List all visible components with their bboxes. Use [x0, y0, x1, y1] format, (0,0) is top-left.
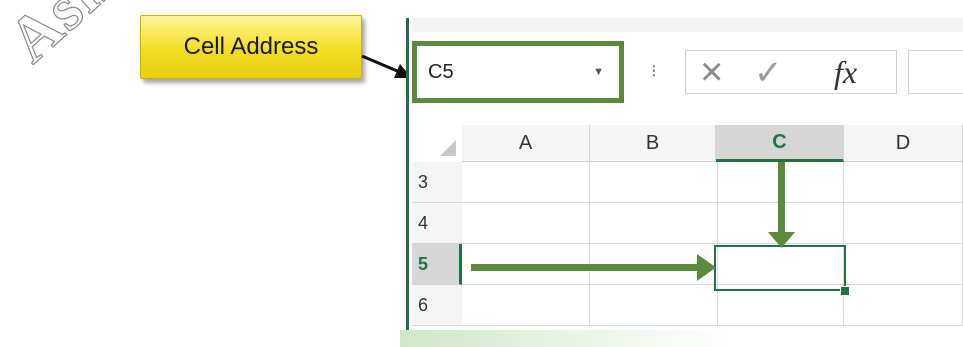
- column-highlight-arrow: [768, 162, 795, 248]
- sheet-bottom-fade: [400, 330, 730, 347]
- highlight-arrows: [471, 162, 795, 281]
- row-highlight-arrow: [471, 254, 716, 281]
